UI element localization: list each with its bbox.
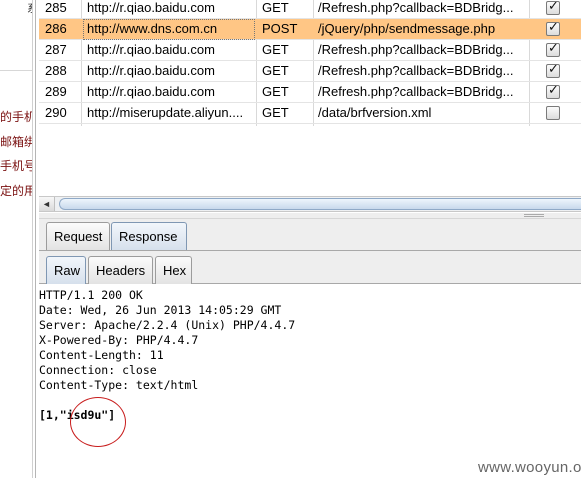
row-number: 288 [45, 63, 67, 78]
message-tabs: Request Response [39, 219, 581, 251]
row-checkbox[interactable] [546, 0, 560, 15]
background-text-line: 定的用 [0, 184, 33, 198]
response-line: Server: Apache/2.2.4 (Unix) PHP/4.4.7 [39, 318, 296, 332]
table-row[interactable]: 285 http://r.qiao.baidu.com GET /Refresh… [39, 0, 581, 19]
response-line: Date: Wed, 26 Jun 2013 14:05:29 GMT [39, 303, 282, 317]
row-number: 287 [45, 42, 67, 57]
row-url: /Refresh.php?callback=BDBridg... [318, 42, 514, 57]
background-corner-text: 系 [27, 0, 32, 16]
row-method: GET [262, 84, 289, 99]
row-checkbox[interactable] [546, 83, 560, 99]
table-row[interactable]: 290 http://miserupdate.aliyun.... GET /d… [39, 103, 581, 124]
proxy-window: 285 http://r.qiao.baidu.com GET /Refresh… [35, 0, 581, 478]
tab-request[interactable]: Request [46, 222, 110, 250]
view-tabs: Raw Headers Hex [39, 251, 581, 284]
row-number: 289 [45, 84, 67, 99]
background-text-line: 的手机 [0, 110, 33, 124]
row-checkbox[interactable] [546, 62, 560, 78]
table-row[interactable]: 288 http://r.qiao.baidu.com GET /Refresh… [39, 61, 581, 82]
background-text-line: 手机号 [0, 159, 33, 173]
response-line: Content-Length: 11 [39, 348, 164, 362]
row-host: http://r.qiao.baidu.com [87, 84, 215, 99]
row-host: http://r.qiao.baidu.com [87, 0, 215, 15]
response-line: HTTP/1.1 200 OK [39, 288, 143, 302]
row-url: /jQuery/php/sendmessage.php [318, 21, 496, 36]
table-row[interactable]: 289 http://r.qiao.baidu.com GET /Refresh… [39, 82, 581, 103]
tab-response[interactable]: Response [111, 222, 187, 250]
row-number: 290 [45, 105, 67, 120]
scroll-left-arrow-icon: ◄ [42, 199, 51, 209]
window-border [35, 0, 36, 478]
horizontal-scrollbar[interactable]: ◄ [39, 196, 581, 212]
row-method: GET [262, 63, 289, 78]
row-url: /Refresh.php?callback=BDBridg... [318, 84, 514, 99]
history-table[interactable]: 285 http://r.qiao.baidu.com GET /Refresh… [39, 0, 581, 198]
focused-cell-outline [83, 19, 255, 40]
response-line: Connection: close [39, 363, 157, 377]
row-host: http://miserupdate.aliyun.... [87, 105, 244, 120]
red-highlight-circle [70, 397, 126, 447]
row-url: /Refresh.php?callback=BDBridg... [318, 63, 514, 78]
tab-raw[interactable]: Raw [46, 256, 86, 284]
background-divider [0, 70, 32, 71]
row-url: /data/brfversion.xml [318, 105, 432, 120]
background-page-edge: 系 的手机 邮箱绑 手机号 定的用 [0, 0, 33, 478]
row-method: GET [262, 0, 289, 15]
row-number: 286 [45, 21, 67, 36]
tab-hex[interactable]: Hex [155, 256, 192, 284]
tab-headers[interactable]: Headers [88, 256, 153, 284]
row-number: 285 [45, 0, 67, 15]
row-method: GET [262, 105, 289, 120]
response-line: X-Powered-By: PHP/4.4.7 [39, 333, 199, 347]
row-checkbox[interactable] [546, 41, 560, 57]
watermark: www.wooyun.org [478, 459, 581, 476]
row-checkbox[interactable] [546, 106, 560, 120]
raw-response-text[interactable]: HTTP/1.1 200 OK Date: Wed, 26 Jun 2013 1… [39, 285, 581, 478]
row-method: GET [262, 42, 289, 57]
row-url: /Refresh.php?callback=BDBridg... [318, 0, 514, 15]
row-checkbox[interactable] [546, 20, 560, 36]
splitter-grip-icon[interactable] [524, 214, 544, 217]
row-host: http://r.qiao.baidu.com [87, 63, 215, 78]
table-row[interactable]: 287 http://r.qiao.baidu.com GET /Refresh… [39, 40, 581, 61]
row-host: http://r.qiao.baidu.com [87, 42, 215, 57]
response-line: Content-Type: text/html [39, 378, 199, 392]
background-text-line: 邮箱绑 [0, 135, 33, 149]
scrollbar-thumb[interactable] [59, 198, 581, 210]
row-method: POST [262, 21, 298, 36]
scroll-left-button[interactable]: ◄ [39, 197, 55, 211]
